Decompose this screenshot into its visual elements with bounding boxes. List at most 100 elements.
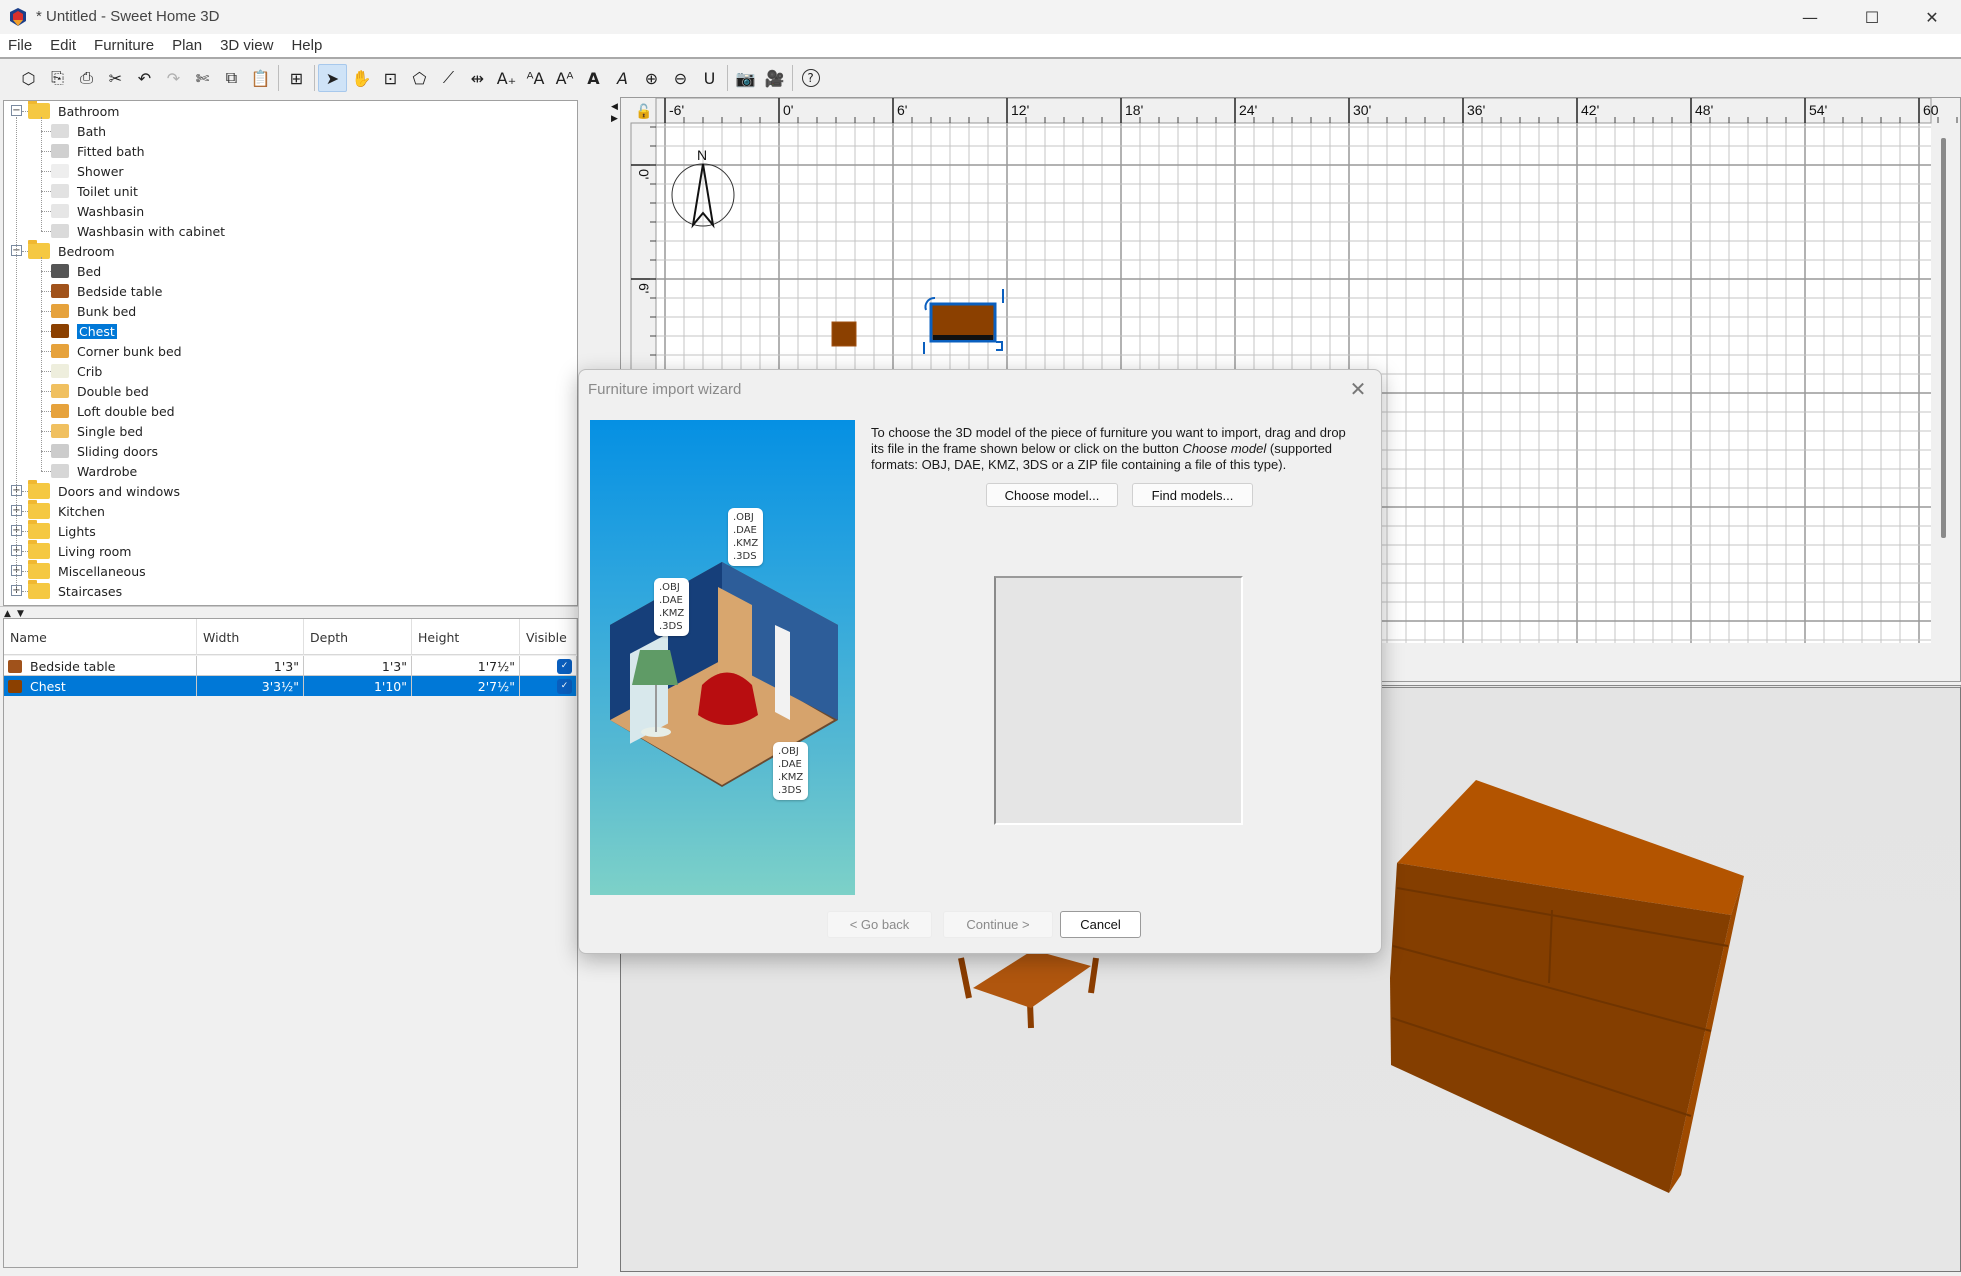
close-window-button[interactable]: ✕ <box>1905 0 1959 34</box>
bedside-table-3d <box>958 950 1099 1029</box>
catalog-item-label: Fitted bath <box>77 143 145 159</box>
open-icon: ⎘ <box>51 68 64 87</box>
save-button[interactable]: ⎙ <box>72 64 101 92</box>
catalog-item[interactable]: Loft double bed <box>51 401 175 421</box>
cancel-button[interactable]: Cancel <box>1060 911 1141 938</box>
column-header-width[interactable]: Width <box>197 619 304 655</box>
sweet-home-3d-logo-icon <box>10 8 26 26</box>
zoom-in-button[interactable]: ⊕ <box>637 64 666 92</box>
increase-text-size-button[interactable]: ᴬA <box>521 64 550 92</box>
minimize-button[interactable]: — <box>1783 0 1837 34</box>
dialog-close-button[interactable]: ✕ <box>1345 376 1371 402</box>
catalog-item[interactable]: Sliding doors <box>51 441 158 461</box>
catalog-item[interactable]: Washbasin <box>51 201 144 221</box>
catalog-item[interactable]: Chest <box>51 321 117 341</box>
catalog-item[interactable]: Double bed <box>51 381 149 401</box>
create-video-button[interactable]: 🎥 <box>760 64 789 92</box>
format-bubble: .OBJ .DAE .KMZ .3DS <box>654 578 690 636</box>
create-dimensions-icon: ⇹ <box>470 68 485 88</box>
catalog-item[interactable]: Fitted bath <box>51 141 145 161</box>
paste-button[interactable]: 📋 <box>246 64 275 92</box>
catalog-category-doors-and-windows[interactable]: + Doors and windows <box>11 480 180 501</box>
horizontal-splitter[interactable]: ▲ ▼ <box>0 606 578 619</box>
catalog-item[interactable]: Bunk bed <box>51 301 136 321</box>
home-furniture-table[interactable]: Name Width Depth Height Visible Bedside tabl… <box>3 618 578 1268</box>
splitter-right-arrow-icon[interactable]: ▶ <box>611 114 618 124</box>
create-photo-button[interactable]: 📷 <box>731 64 760 92</box>
maximize-button[interactable]: ☐ <box>1845 0 1899 34</box>
catalog-category-staircases[interactable]: + Staircases <box>11 580 122 601</box>
minimize-icon: — <box>1802 7 1818 27</box>
y-ruler-label: 0' <box>636 169 652 179</box>
tree-connector <box>22 531 28 532</box>
menu-3d-view[interactable]: 3D view <box>218 37 275 54</box>
catalog-item[interactable]: Bed <box>51 261 101 281</box>
catalog-category-lights[interactable]: + Lights <box>11 520 96 541</box>
redo-button[interactable]: ↷ <box>159 64 188 92</box>
create-dimensions-button[interactable]: ⇹ <box>463 64 492 92</box>
select-mode-button[interactable]: ➤ <box>318 64 347 92</box>
menu-help[interactable]: Help <box>289 37 324 54</box>
catalog-item[interactable]: Toilet unit <box>51 181 138 201</box>
add-furniture-button[interactable]: ⊞ <box>282 64 311 92</box>
create-rooms-button[interactable]: ⬠ <box>405 64 434 92</box>
menu-plan[interactable]: Plan <box>170 37 204 54</box>
catalog-item-label: Sliding doors <box>77 443 158 459</box>
visible-checkbox[interactable]: ✓ <box>557 658 572 674</box>
column-header-name[interactable]: Name <box>4 619 197 655</box>
table-row[interactable]: Chest 3'3½" 1'10" 2'7½" ✓ <box>4 676 577 696</box>
cut-button[interactable]: ✄ <box>188 64 217 92</box>
catalog-item[interactable]: Washbasin with cabinet <box>51 221 225 241</box>
zoom-out-button[interactable]: ⊖ <box>666 64 695 92</box>
open-button[interactable]: ⎘ <box>43 64 72 92</box>
choose-model-button[interactable]: Choose model... <box>986 483 1118 507</box>
italic-text-button[interactable]: A <box>608 64 637 92</box>
create-walls-button[interactable]: ⊡ <box>376 64 405 92</box>
x-ruler-label: 48' <box>1695 102 1713 118</box>
column-header-visible[interactable]: Visible <box>520 619 577 655</box>
model-drop-frame[interactable] <box>994 576 1243 825</box>
help-button[interactable]: ? <box>796 64 825 92</box>
tree-connector <box>41 391 51 392</box>
continue-button[interactable]: Continue > <box>943 911 1053 938</box>
menu-edit[interactable]: Edit <box>48 37 78 54</box>
catalog-item[interactable]: Corner bunk bed <box>51 341 182 361</box>
catalog-item[interactable]: Single bed <box>51 421 143 441</box>
tree-connector <box>41 171 51 172</box>
catalog-item[interactable]: Bath <box>51 121 106 141</box>
menu-furniture[interactable]: Furniture <box>92 37 156 54</box>
go-back-button[interactable]: < Go back <box>827 911 932 938</box>
catalog-item[interactable]: Shower <box>51 161 124 181</box>
catalog-category-living-room[interactable]: + Living room <box>11 540 131 561</box>
column-header-height[interactable]: Height <box>412 619 520 655</box>
add-text-button[interactable]: A₊ <box>492 64 521 92</box>
table-row[interactable]: Bedside table 1'3" 1'3" 1'7½" ✓ <box>4 656 577 676</box>
find-models-button[interactable]: Find models... <box>1132 483 1253 507</box>
create-polylines-button[interactable]: ⟋ <box>434 64 463 92</box>
menu-file[interactable]: File <box>6 37 34 54</box>
column-header-depth[interactable]: Depth <box>304 619 412 655</box>
tree-connector <box>22 491 28 492</box>
catalog-category-miscellaneous[interactable]: + Miscellaneous <box>11 560 146 581</box>
bold-text-button[interactable]: A <box>579 64 608 92</box>
splitter-left-arrow-icon[interactable]: ◀ <box>611 102 618 112</box>
decrease-text-size-button[interactable]: Aᴬ <box>550 64 579 92</box>
catalog-item[interactable]: Bedside table <box>51 281 162 301</box>
bedside-table-icon <box>51 284 69 298</box>
loft-double-bed-icon <box>51 404 69 418</box>
tree-connector <box>41 311 51 312</box>
pan-mode-button[interactable]: ✋ <box>347 64 376 92</box>
new-home-button[interactable]: ⬡ <box>14 64 43 92</box>
catalog-item-label: Double bed <box>77 383 149 399</box>
catalog-category-kitchen[interactable]: + Kitchen <box>11 500 105 521</box>
copy-button[interactable]: ⧉ <box>217 64 246 92</box>
preferences-button[interactable]: ✂ <box>101 64 130 92</box>
catalog-item[interactable]: Crib <box>51 361 102 381</box>
catalog-item[interactable]: Wardrobe <box>51 461 137 481</box>
cell-name: Chest <box>30 678 66 694</box>
furniture-catalog-tree[interactable]: − Bathroom Bath Fitted bath Shower Toilet uni… <box>3 100 578 606</box>
undo-button[interactable]: ↶ <box>130 64 159 92</box>
magnetism-button[interactable]: U <box>695 64 724 92</box>
collapse-icon[interactable]: − <box>11 105 22 116</box>
visible-checkbox[interactable]: ✓ <box>557 678 572 694</box>
